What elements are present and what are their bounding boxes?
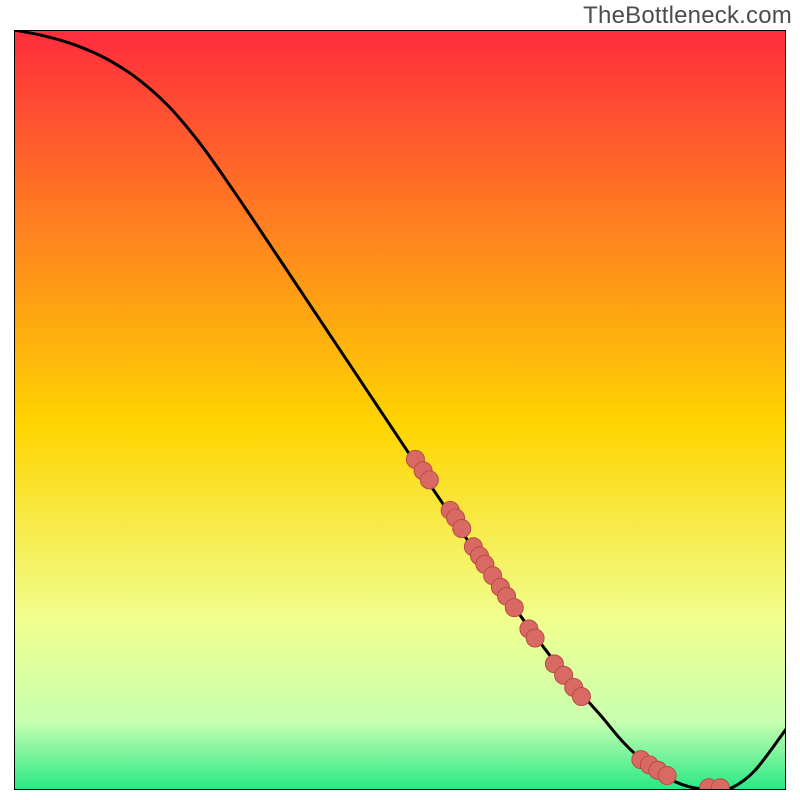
data-point — [572, 688, 590, 706]
data-point — [453, 520, 471, 538]
data-point — [420, 471, 438, 489]
watermark-text: TheBottleneck.com — [583, 2, 792, 30]
data-point — [526, 629, 544, 647]
gradient-background — [14, 30, 786, 790]
data-point — [658, 767, 676, 785]
data-point — [505, 599, 523, 617]
plot-area — [14, 30, 786, 790]
chart-svg — [14, 30, 786, 790]
chart-stage: TheBottleneck.com — [0, 0, 800, 800]
